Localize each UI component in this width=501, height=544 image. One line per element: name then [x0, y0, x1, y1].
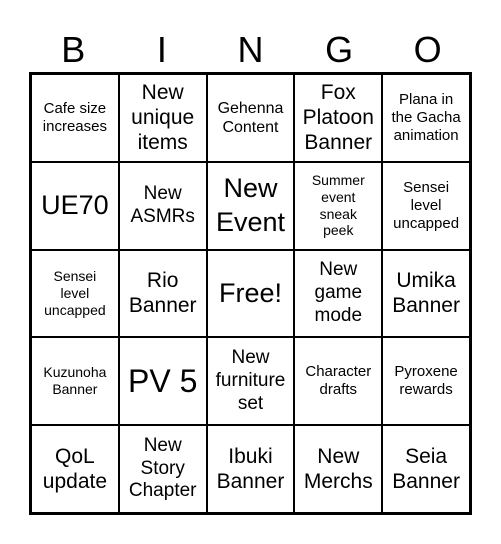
bingo-cell[interactable]: PV 5: [118, 337, 207, 426]
bingo-cell[interactable]: New Story Chapter: [118, 425, 207, 513]
bingo-cell[interactable]: Umika Banner: [382, 249, 470, 338]
bingo-cell[interactable]: New unique items: [118, 74, 207, 162]
header-letter-b: B: [61, 29, 86, 70]
bingo-cell-label: Sensei level uncapped: [44, 268, 106, 318]
bingo-cell[interactable]: UE70: [31, 161, 119, 250]
bingo-cell-label: Cafe size increases: [42, 99, 107, 135]
bingo-cell[interactable]: New game mode: [294, 249, 383, 338]
bingo-cell[interactable]: Kuzunoha Banner: [31, 337, 119, 426]
bingo-cell[interactable]: Sensei level uncapped: [382, 161, 470, 250]
bingo-cell-label: Plana in the Gacha animation: [391, 90, 461, 144]
bingo-cell[interactable]: QoL update: [31, 425, 119, 513]
bingo-cell[interactable]: Sensei level uncapped: [31, 249, 119, 338]
bingo-cell-label: New unique items: [131, 81, 195, 155]
bingo-cell-free[interactable]: Free!: [206, 249, 295, 338]
bingo-cell[interactable]: New Merchs: [294, 425, 383, 513]
bingo-cell-label: Seia Banner: [392, 444, 460, 494]
bingo-cell[interactable]: Fox Platoon Banner: [294, 74, 383, 162]
header-letter-g: G: [325, 29, 354, 70]
bingo-cell-label: PV 5: [128, 363, 198, 400]
bingo-cell-label: Rio Banner: [128, 269, 197, 318]
bingo-cell[interactable]: Gehenna Content: [206, 74, 295, 162]
bingo-cell-label: New Story Chapter: [128, 434, 197, 502]
bingo-grid: Cafe size increases New unique items Gehen…: [29, 72, 472, 515]
bingo-cell[interactable]: New Event: [206, 161, 295, 250]
bingo-cell[interactable]: Seia Banner: [382, 425, 470, 513]
bingo-cell-label: Character drafts: [305, 363, 372, 399]
bingo-cell[interactable]: Rio Banner: [118, 249, 207, 338]
bingo-cell-label: Umika Banner: [392, 269, 460, 318]
bingo-cell-label: New furniture set: [215, 347, 286, 414]
bingo-cell[interactable]: Cafe size increases: [31, 74, 119, 162]
bingo-cell[interactable]: Pyroxene rewards: [382, 337, 470, 426]
bingo-cell[interactable]: Character drafts: [294, 337, 383, 426]
bingo-cell-label: Free!: [218, 277, 282, 308]
bingo-cell-label: Sensei level uncapped: [393, 178, 460, 232]
bingo-cell-label: UE70: [41, 189, 109, 220]
bingo-cell[interactable]: Summer event sneak peek: [294, 161, 383, 250]
bingo-cell[interactable]: New furniture set: [206, 337, 295, 426]
bingo-cell-label: Pyroxene rewards: [394, 363, 458, 399]
bingo-cell[interactable]: New ASMRs: [118, 161, 207, 250]
bingo-cell-label: Kuzunoha Banner: [43, 364, 107, 398]
header-letter-o: O: [413, 29, 442, 70]
bingo-cell-label: Fox Platoon Banner: [302, 81, 374, 155]
bingo-cell-label: New Merchs: [303, 444, 373, 494]
bingo-cell-label: New Event: [215, 172, 286, 237]
header-letter-i: I: [156, 29, 167, 70]
bingo-cell[interactable]: Plana in the Gacha animation: [382, 74, 470, 162]
bingo-cell-label: Summer event sneak peek: [311, 172, 365, 239]
header-letter-n: N: [237, 29, 264, 70]
bingo-cell-label: Ibuki Banner: [216, 444, 285, 494]
bingo-cell-label: Gehenna Content: [217, 99, 284, 136]
bingo-cell[interactable]: Ibuki Banner: [206, 425, 295, 513]
bingo-header: B I N G O: [29, 28, 472, 72]
bingo-cell-label: New ASMRs: [130, 182, 195, 227]
bingo-cell-label: QoL update: [42, 444, 108, 494]
bingo-cell-label: New game mode: [314, 259, 363, 326]
